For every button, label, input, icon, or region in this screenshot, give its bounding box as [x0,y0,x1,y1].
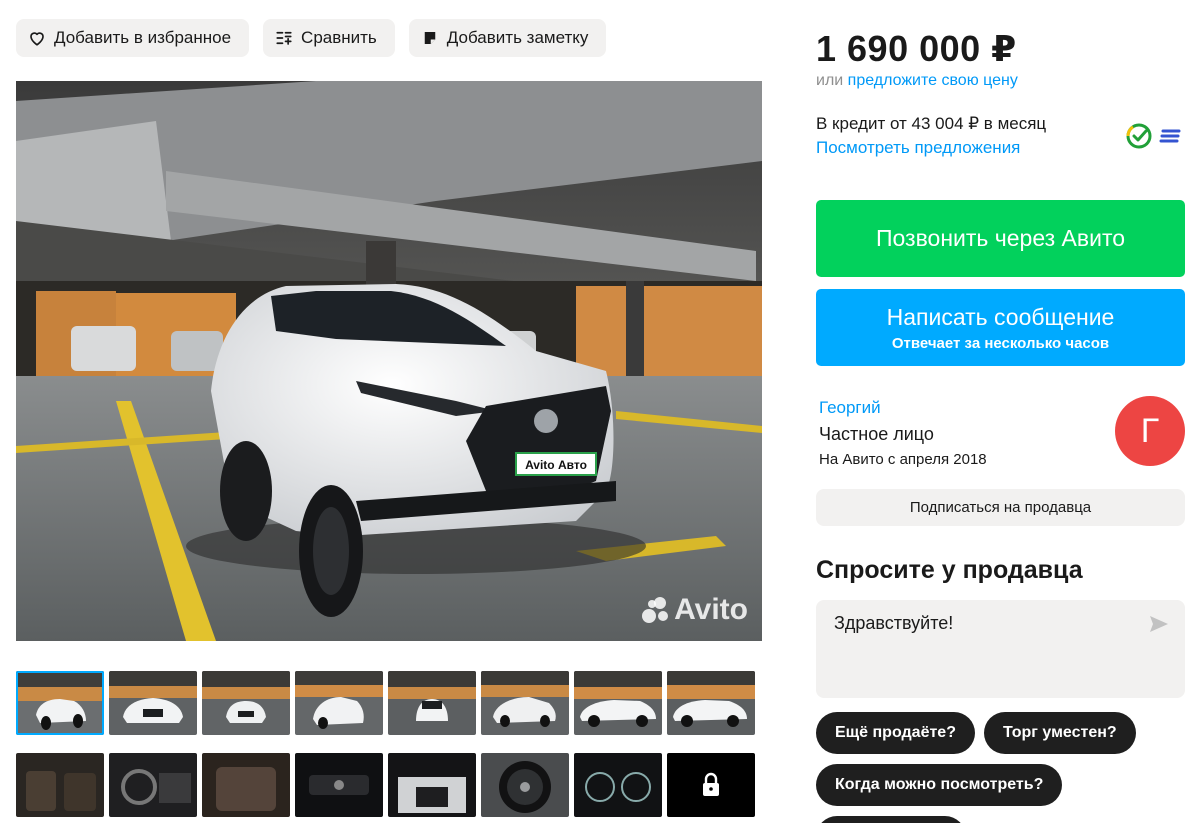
price: 1 690 000 ₽ [816,28,1017,69]
message-button-label: Написать сообщение [886,303,1115,330]
add-note-button[interactable]: Добавить заметку [408,19,607,57]
seller-name-link[interactable]: Георгий [819,398,881,418]
thumbnail[interactable] [295,753,383,817]
credit-text: В кредит от 43 004 ₽ в месяц [816,114,1047,133]
offer-prefix: или [816,72,844,89]
add-to-favorites-button[interactable]: Добавить в избранное [16,19,250,57]
thumbnail[interactable] [16,753,104,817]
lock-icon [703,772,719,796]
compare-icon [276,31,292,45]
quick-questions: Ещё продаёте? Торг уместен? Когда можно … [816,712,1185,823]
ask-seller-title: Спросите у продавца [816,556,1083,584]
thumbnail[interactable] [16,671,104,735]
thumbnail-strip [16,671,755,817]
seller-type: Частное лицо [819,424,934,444]
watermark-text: Avito [674,593,748,626]
quick-question-chip-partial[interactable] [816,816,966,823]
offer-price-link[interactable]: предложите свою цену [848,72,1018,89]
add-note-label: Добавить заметку [446,28,589,47]
thumbnail[interactable] [574,671,662,735]
thumbnail[interactable] [667,671,755,735]
send-icon[interactable] [1149,615,1169,633]
thumbnail[interactable] [388,753,476,817]
note-icon [424,32,436,44]
compare-label: Сравнить [301,28,377,47]
thumbnail[interactable] [481,753,569,817]
call-button[interactable]: Позвонить через Авито [816,200,1185,277]
compare-button[interactable]: Сравнить [263,19,395,57]
listing-toolbar: Добавить в избранное Сравнить Добавить з… [16,19,607,57]
thumbnail[interactable] [481,671,569,735]
thumbnail[interactable] [574,753,662,817]
thumbnail[interactable] [109,753,197,817]
subscribe-seller-button[interactable]: Подписаться на продавца [816,489,1185,526]
thumbnail[interactable] [202,753,290,817]
quick-question-chip[interactable]: Ещё продаёте? [816,712,975,754]
bank-stripes-icon [1159,129,1181,143]
seller-since: На Авито с апреля 2018 [819,451,987,468]
thumbnail[interactable] [202,671,290,735]
ask-message-input[interactable]: Здравствуйте! [816,600,1185,698]
message-button-subtitle: Отвечает за несколько часов [891,334,1110,352]
car-photo-image: Avito Авто [16,81,762,641]
thumbnail-locked[interactable] [667,753,755,817]
quick-question-chip[interactable]: Торг уместен? [983,712,1136,754]
sber-icon [1126,123,1152,149]
ask-message-text: Здравствуйте! [834,613,954,633]
add-to-favorites-label: Добавить в избранное [54,28,232,47]
avito-watermark: Avito [642,593,748,627]
avito-logo-icon [642,597,670,623]
message-button[interactable]: Написать сообщение Отвечает за несколько… [816,289,1185,366]
bank-icons [1123,120,1185,152]
price-offer: или предложите свою цену [816,72,1018,90]
thumbnail[interactable] [295,671,383,735]
main-photo[interactable]: Avito Авто Avito [16,81,762,641]
thumbnail[interactable] [109,671,197,735]
avatar[interactable]: Г [1115,396,1185,466]
thumbnail[interactable] [388,671,476,735]
plate-text: Avito Авто [525,458,587,472]
heart-icon [30,32,44,46]
credit-offers-link[interactable]: Посмотреть предложения [816,138,1020,158]
quick-question-chip[interactable]: Когда можно посмотреть? [816,764,1063,806]
